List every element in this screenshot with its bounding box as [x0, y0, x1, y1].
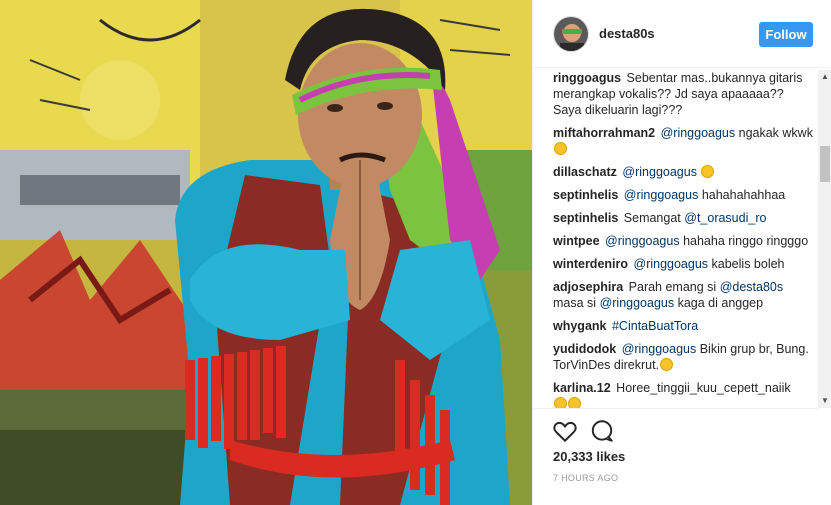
comment-mention[interactable]: @t_orasudi_ro [684, 211, 766, 225]
comment-username[interactable]: wintpee [553, 234, 600, 248]
comment-item: yudidodok @ringgoagus Bikin grup br, Bun… [553, 341, 813, 373]
heart-outline-icon[interactable] [552, 418, 578, 444]
sunglasses-emoji-icon [568, 397, 581, 408]
post-actions: 20,333 likes 7 HOURS AGO [533, 408, 818, 505]
comment-username[interactable]: yudidodok [553, 342, 616, 356]
comment-text: kaga di anggep [677, 296, 764, 310]
comment-username[interactable]: winterdeniro [553, 257, 628, 271]
follow-button[interactable]: Follow [759, 22, 813, 47]
comment-text: kabelis boleh [711, 257, 785, 271]
comment-text: ngakak wkwk [738, 126, 813, 140]
comment-username[interactable]: adjosephira [553, 280, 623, 294]
comment-item: ringgoagus Sebentar mas..bukannya gitari… [553, 70, 813, 118]
post-timestamp[interactable]: 7 HOURS AGO [553, 473, 618, 483]
comment-mention[interactable]: @ringgoagus [622, 342, 697, 356]
comment-hashtag[interactable]: #CintaBuatTora [612, 319, 698, 333]
comment-username[interactable]: ringgoagus [553, 71, 621, 85]
comment-item: wintpee @ringgoagus hahaha ringgo ringgg… [553, 233, 813, 249]
comment-text: masa si [553, 296, 597, 310]
triangle-down-icon[interactable]: ▼ [818, 394, 831, 408]
comment-item: whygank #CintaBuatTora [553, 318, 813, 334]
avatar[interactable] [553, 16, 589, 52]
comment-username[interactable]: karlina.12 [553, 381, 611, 395]
comment-mention[interactable]: @ringgoagus [661, 126, 736, 140]
comment-item: miftahorrahman2 @ringgoagus ngakak wkwk [553, 125, 813, 157]
speech-bubble-icon[interactable] [589, 418, 615, 444]
comment-text: Semangat [623, 211, 681, 225]
comment-username[interactable]: septinhelis [553, 188, 618, 202]
comment-mention[interactable]: @ringgoagus [634, 257, 709, 271]
likes-count[interactable]: 20,333 likes [553, 449, 625, 464]
comment-username[interactable]: septinhelis [553, 211, 618, 225]
post-photo [0, 0, 532, 505]
comment-item: septinhelis Semangat @t_orasudi_ro [553, 210, 813, 226]
comment-mention[interactable]: @ringgoagus [600, 296, 675, 310]
comment-text: hahahahahhaa [701, 188, 786, 202]
comment-item: karlina.12 Horee_tinggii_kuu_cepett_naii… [553, 380, 813, 408]
comment-username[interactable]: dillaschatz [553, 165, 617, 179]
comments-scrollbar[interactable]: ▲ ▼ [818, 70, 831, 408]
comment-item: septinhelis @ringgoagus hahahahahhaa [553, 187, 813, 203]
comment-text: Horee_tinggii_kuu_cepett_naiik [616, 381, 791, 395]
grinning-emoji-icon [554, 142, 567, 155]
comment-mention[interactable]: @ringgoagus [605, 234, 680, 248]
smile-emoji-icon [554, 397, 567, 408]
comments-list[interactable]: ringgoagus Sebentar mas..bukannya gitari… [553, 70, 813, 408]
comment-mention[interactable]: @ringgoagus [622, 165, 697, 179]
comment-text: hahaha ringgo ringggo [683, 234, 809, 248]
comment-item: dillaschatz @ringgoagus [553, 164, 813, 180]
comment-mention[interactable]: @desta80s [720, 280, 783, 294]
comment-username[interactable]: miftahorrahman2 [553, 126, 655, 140]
photo-illustration [0, 0, 532, 505]
avatar-image [554, 17, 588, 51]
comment-mention[interactable]: @ringgoagus [624, 188, 699, 202]
comment-username[interactable]: whygank [553, 319, 607, 333]
triangle-up-icon[interactable]: ▲ [818, 70, 831, 84]
post-username[interactable]: desta80s [599, 26, 655, 41]
comment-item: winterdeniro @ringgoagus kabelis boleh [553, 256, 813, 272]
post-side-panel: desta80s Follow ringgoagus Sebentar mas.… [532, 0, 831, 505]
comment-item: adjosephira Parah emang si @desta80s mas… [553, 279, 813, 311]
post-header: desta80s Follow [533, 0, 831, 68]
comment-text: Parah emang si [628, 280, 717, 294]
laughing-emoji-icon [701, 165, 715, 178]
scrollbar-thumb[interactable] [820, 146, 830, 182]
smile-emoji-icon [660, 358, 674, 371]
